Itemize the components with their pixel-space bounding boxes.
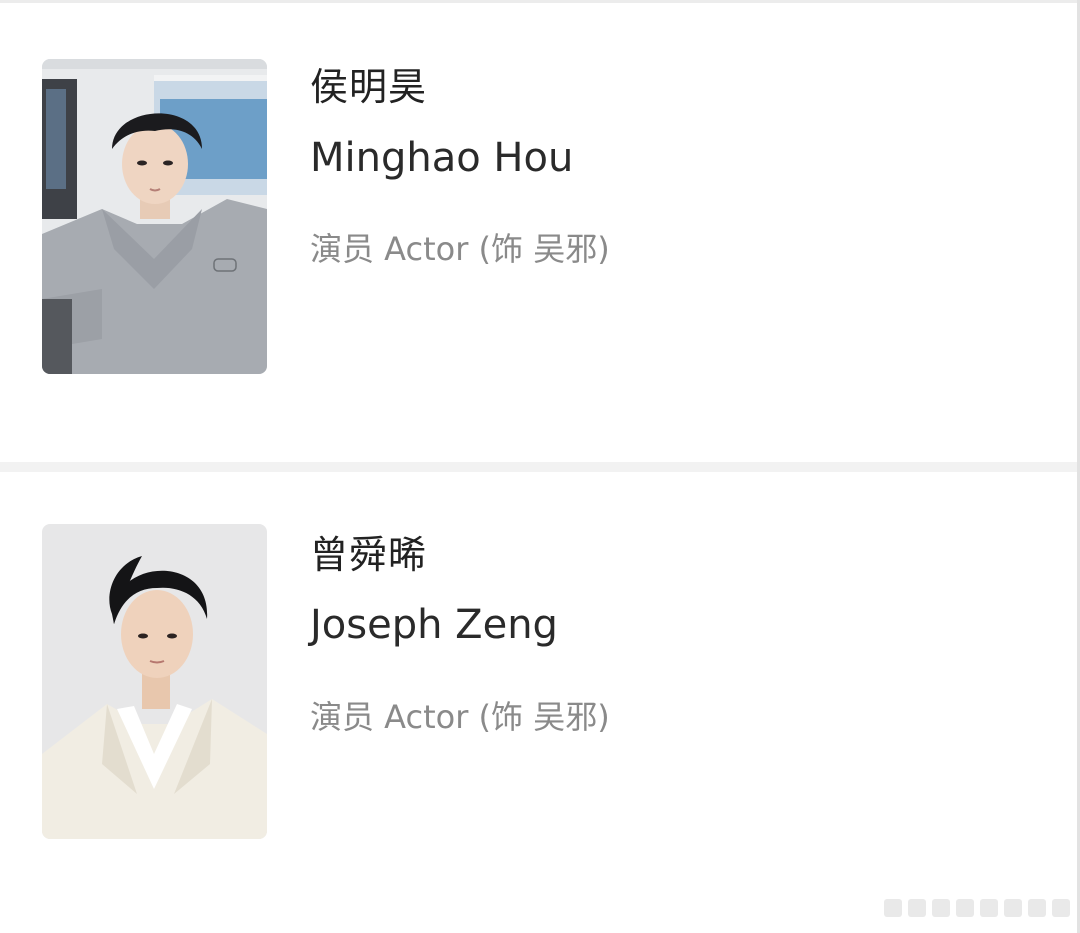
watermark-glyph	[884, 899, 902, 917]
cast-card[interactable]: 侯明昊 Minghao Hou 演员 Actor (饰 吴邪)	[0, 3, 1077, 462]
watermark-glyph	[1028, 899, 1046, 917]
watermark-glyph	[1004, 899, 1022, 917]
actor-name-english: Minghao Hou	[310, 135, 574, 181]
watermark-glyph	[1052, 899, 1070, 917]
watermark	[860, 897, 1070, 919]
watermark-glyph	[956, 899, 974, 917]
watermark-glyph	[932, 899, 950, 917]
actor-name-chinese: 曾舜晞	[310, 533, 428, 577]
actor-role: 演员 Actor (饰 吴邪)	[310, 230, 610, 268]
cast-card[interactable]: 曾舜晞 Joseph Zeng 演员 Actor (饰 吴邪)	[0, 472, 1077, 933]
actor-role: 演员 Actor (饰 吴邪)	[310, 698, 610, 736]
actor-photo	[42, 59, 267, 374]
actor-name-english: Joseph Zeng	[310, 602, 558, 648]
actor-photo	[42, 524, 267, 839]
actor-name-chinese: 侯明昊	[310, 65, 428, 109]
watermark-glyph	[908, 899, 926, 917]
watermark-glyph	[980, 899, 998, 917]
card-separator	[0, 462, 1077, 472]
